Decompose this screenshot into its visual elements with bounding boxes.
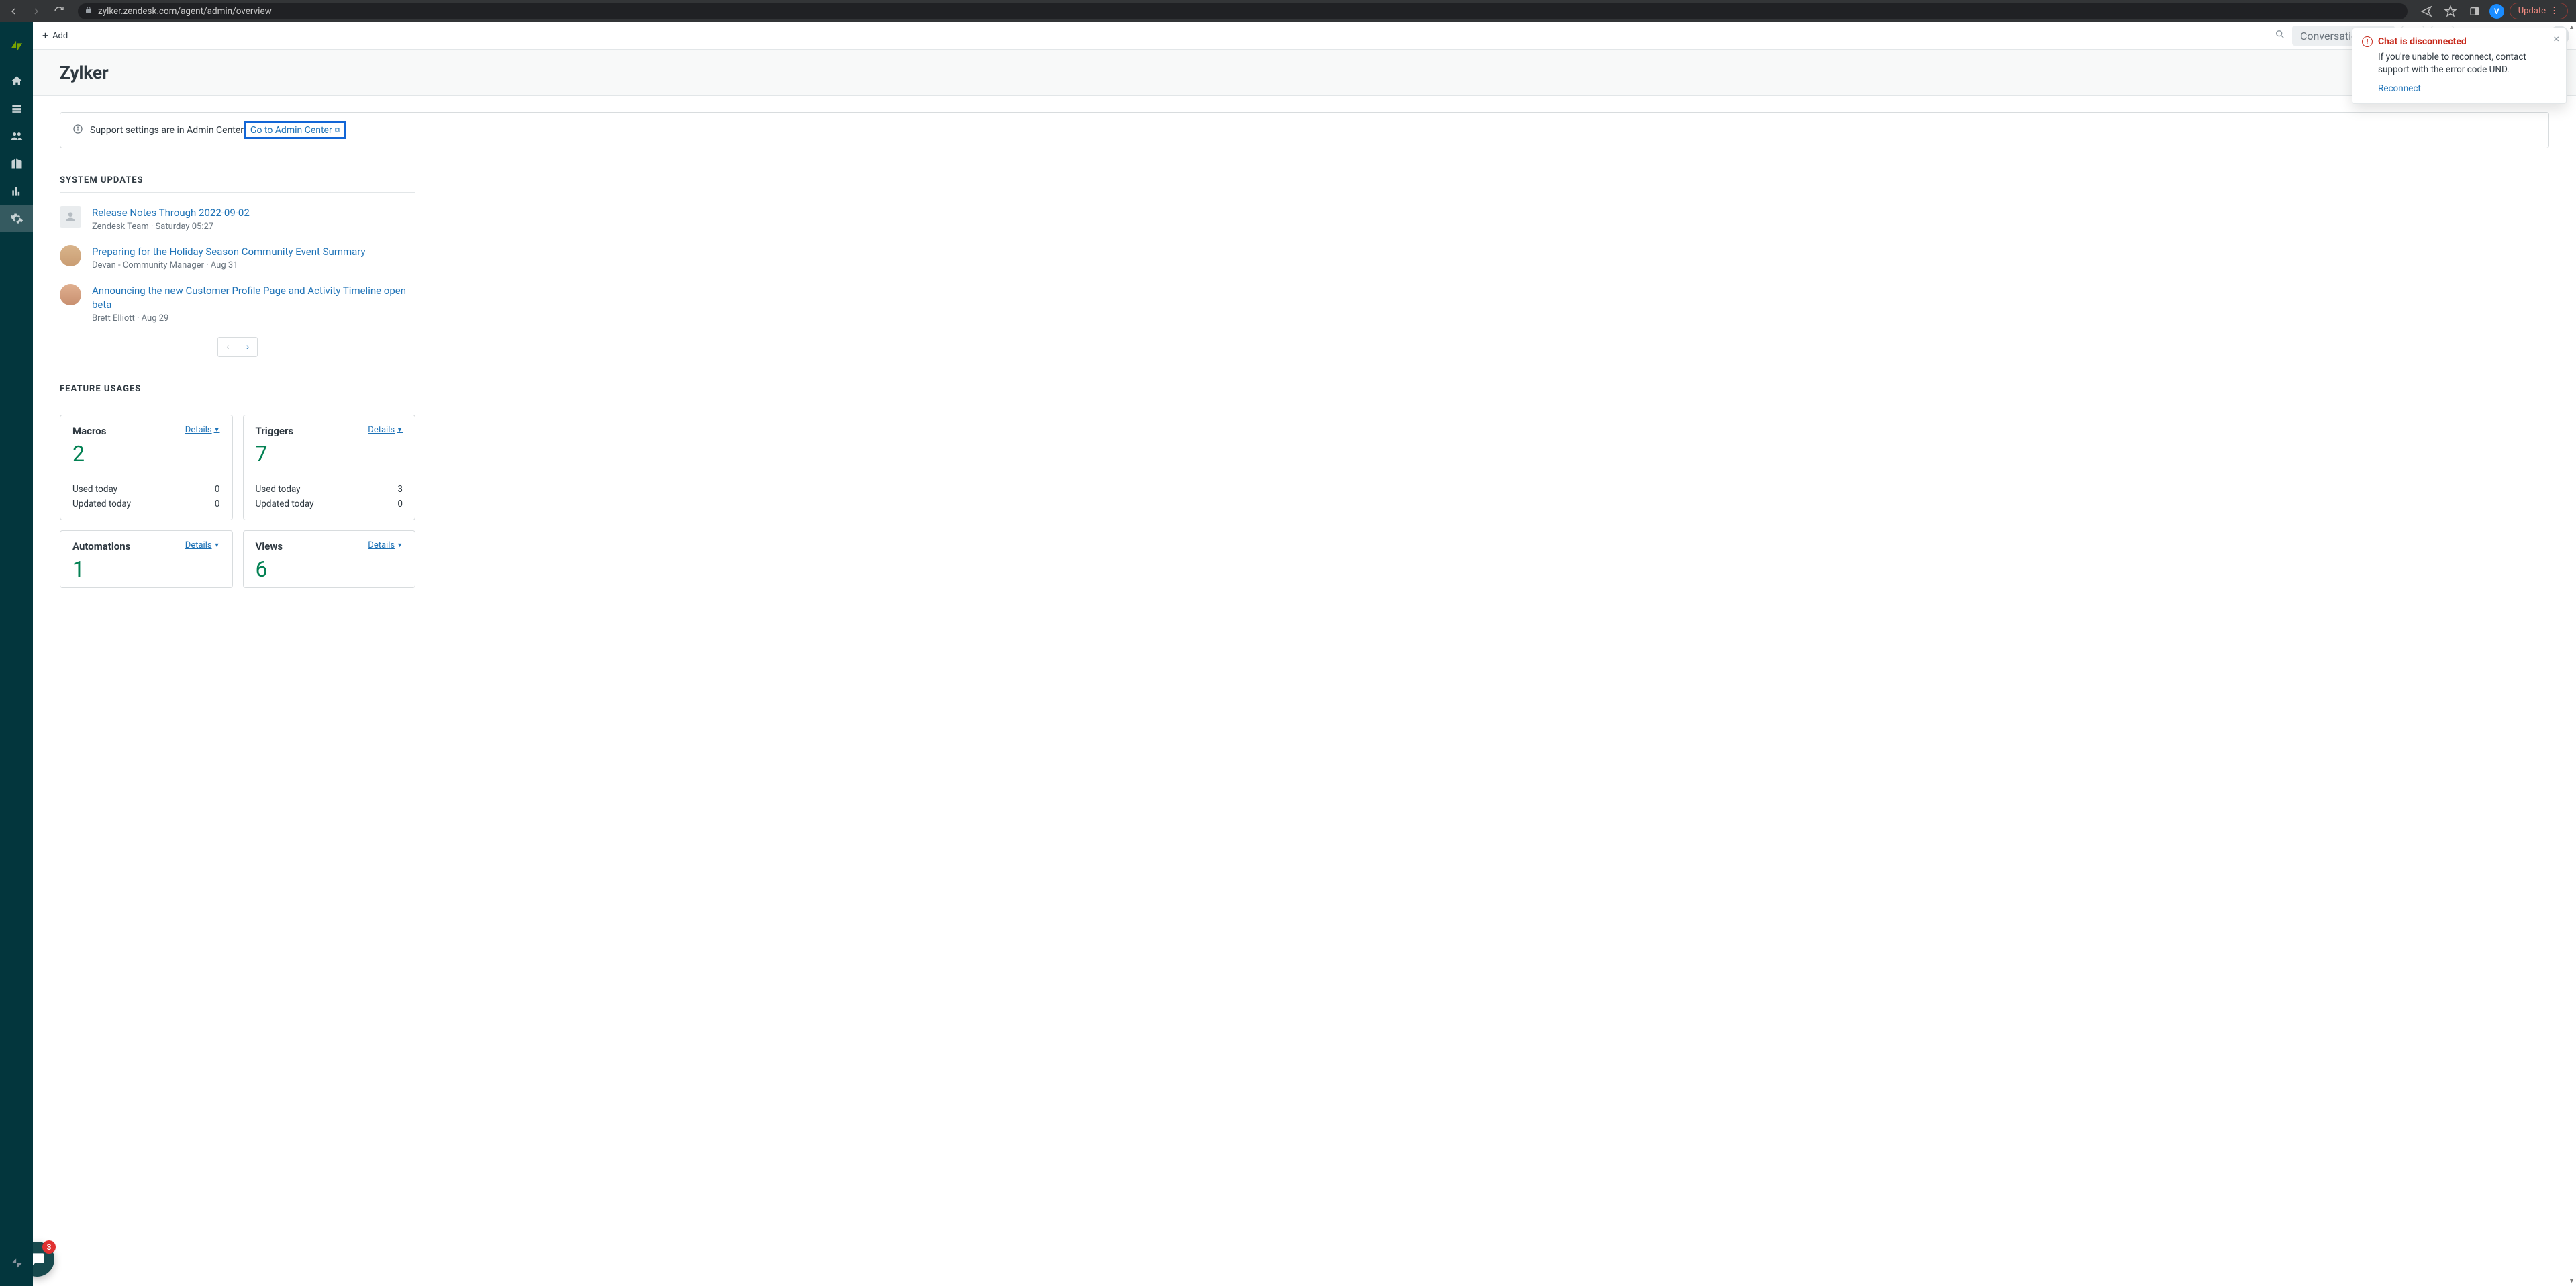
feature-card-triggers: Triggers Details 7 Used today3 Updated t… xyxy=(243,415,416,520)
main-content: + Add Conversations 0 xyxy=(33,22,2576,1286)
reconnect-link[interactable]: Reconnect xyxy=(2362,83,2421,94)
update-meta: Zendesk Team · Saturday 05:27 xyxy=(92,221,250,232)
feature-usages-heading: FEATURE USAGES xyxy=(60,384,415,394)
zendesk-logo-icon[interactable] xyxy=(0,32,33,59)
sidebar-organizations[interactable] xyxy=(0,150,33,177)
chat-widget-button[interactable]: 3 xyxy=(33,1242,54,1277)
system-updates-heading: SYSTEM UPDATES xyxy=(60,175,415,185)
details-link[interactable]: Details xyxy=(368,540,403,550)
external-link-icon: ⧉ xyxy=(335,126,340,135)
system-updates-section: SYSTEM UPDATES Release Notes Through 202… xyxy=(60,175,415,357)
add-button[interactable]: + Add xyxy=(42,30,68,41)
update-item: Release Notes Through 2022-09-02 Zendesk… xyxy=(60,206,415,232)
avatar-placeholder-icon xyxy=(60,206,81,228)
sidebar-zendesk-products[interactable] xyxy=(0,1249,33,1277)
details-link[interactable]: Details xyxy=(185,540,220,550)
update-title-link[interactable]: Release Notes Through 2022-09-02 xyxy=(92,207,250,219)
nav-reload-button[interactable] xyxy=(50,2,68,21)
sidebar-views[interactable] xyxy=(0,95,33,122)
bookmark-star-icon[interactable] xyxy=(2441,2,2460,21)
update-meta: Brett Elliott · Aug 29 xyxy=(92,313,415,324)
profile-avatar[interactable]: V xyxy=(2489,4,2504,19)
avatar-user-icon xyxy=(60,284,81,305)
update-item: Preparing for the Holiday Season Communi… xyxy=(60,245,415,270)
feature-usages-section: FEATURE USAGES Macros Details 2 Used tod… xyxy=(60,384,415,588)
sidebar xyxy=(0,22,33,1286)
avatar-user-icon xyxy=(60,245,81,266)
close-icon[interactable]: × xyxy=(2553,34,2559,44)
details-link[interactable]: Details xyxy=(185,425,220,435)
url-bar[interactable]: zylker.zendesk.com/agent/admin/overview xyxy=(78,3,2408,19)
top-bar: + Add Conversations 0 xyxy=(33,22,2576,50)
banner-text: Support settings are in Admin Center. xyxy=(90,125,246,136)
error-icon: ! xyxy=(2362,36,2373,47)
url-text: zylker.zendesk.com/agent/admin/overview xyxy=(98,6,272,17)
details-link[interactable]: Details xyxy=(368,425,403,435)
feature-card-macros: Macros Details 2 Used today0 Updated tod… xyxy=(60,415,233,520)
page-prev-button: ‹ xyxy=(217,337,238,357)
card-title: Macros xyxy=(72,425,106,437)
chat-badge-count: 3 xyxy=(42,1240,56,1254)
update-title-link[interactable]: Preparing for the Holiday Season Communi… xyxy=(92,246,366,258)
title-bar: Zylker xyxy=(33,50,2576,96)
card-count: 2 xyxy=(60,437,232,475)
nav-back-button[interactable] xyxy=(4,2,23,21)
feature-card-automations: Automations Details 1 xyxy=(60,530,233,588)
update-title-link[interactable]: Announcing the new Customer Profile Page… xyxy=(92,285,406,311)
update-item: Announcing the new Customer Profile Page… xyxy=(60,284,415,324)
kebab-icon: ⋮ xyxy=(2550,6,2559,16)
card-title: Triggers xyxy=(256,425,294,437)
app-shell: + Add Conversations 0 xyxy=(0,22,2576,1286)
nav-forward-button[interactable] xyxy=(27,2,46,21)
admin-center-banner: Support settings are in Admin Center.Go … xyxy=(60,112,2549,148)
toast-title: Chat is disconnected xyxy=(2378,36,2467,47)
scroll-down-icon: ▼ xyxy=(2569,1277,2575,1285)
pagination: ‹ › xyxy=(217,337,258,357)
card-count: 6 xyxy=(244,552,415,587)
sidebar-customers[interactable] xyxy=(0,122,33,150)
feature-card-views: Views Details 6 xyxy=(243,530,416,588)
page-next-button[interactable]: › xyxy=(238,337,258,357)
card-title: Views xyxy=(256,540,283,552)
info-icon xyxy=(72,123,83,137)
search-button[interactable] xyxy=(2275,29,2285,42)
card-count: 7 xyxy=(244,437,415,475)
sidebar-reporting[interactable] xyxy=(0,177,33,205)
scroll-area[interactable]: Support settings are in Admin Center.Go … xyxy=(33,96,2576,1286)
go-to-admin-center-link[interactable]: Go to Admin Center⧉ xyxy=(244,121,346,139)
toast-body: If you're unable to reconnect, contact s… xyxy=(2362,51,2557,77)
card-title: Automations xyxy=(72,540,130,552)
scroll-up-icon: ▲ xyxy=(2569,23,2575,31)
scrollbar[interactable]: ▲ ▼ xyxy=(2567,22,2576,1286)
browser-chrome: zylker.zendesk.com/agent/admin/overview … xyxy=(0,0,2576,22)
send-icon[interactable] xyxy=(2417,2,2436,21)
lock-icon xyxy=(85,6,93,16)
browser-update-button[interactable]: Update ⋮ xyxy=(2510,3,2568,19)
panel-icon[interactable] xyxy=(2465,2,2484,21)
sidebar-home[interactable] xyxy=(0,67,33,95)
plus-icon: + xyxy=(42,30,48,41)
sidebar-admin[interactable] xyxy=(0,205,33,232)
chat-disconnected-toast: × ! Chat is disconnected If you're unabl… xyxy=(2352,28,2567,104)
update-meta: Devan - Community Manager · Aug 31 xyxy=(92,260,366,270)
card-count: 1 xyxy=(60,552,232,587)
page-title: Zylker xyxy=(60,63,2549,83)
